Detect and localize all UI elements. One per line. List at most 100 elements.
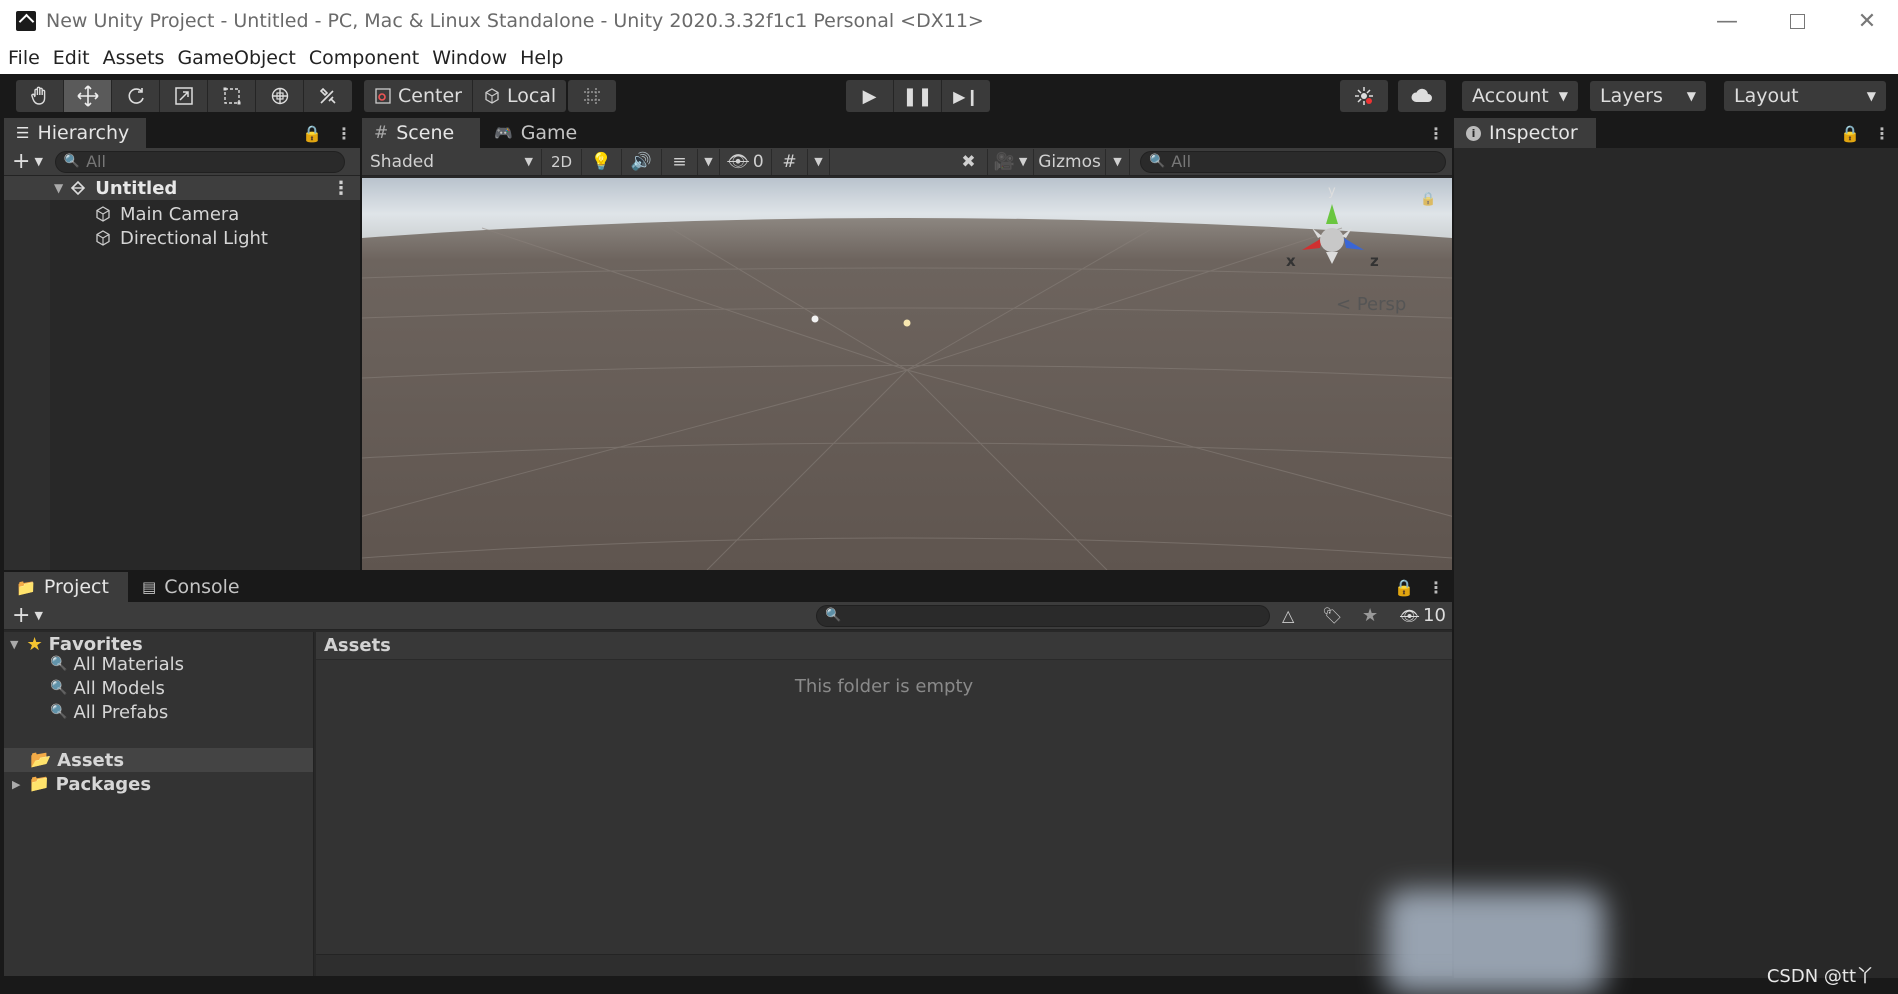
kebab-menu-icon[interactable]: ⋮ xyxy=(336,124,352,143)
rotate-tool-button[interactable] xyxy=(112,80,160,112)
chevron-down-icon: ▼ xyxy=(814,155,823,168)
project-search[interactable]: 🔍 xyxy=(816,604,1270,627)
rect-tool-button[interactable] xyxy=(208,80,256,112)
scene-row[interactable]: ▼ Untitled ⋮ xyxy=(4,176,360,200)
transform-tool-icon xyxy=(271,87,288,105)
filter-by-label-icon[interactable]: 🏷 xyxy=(1322,606,1342,625)
chevron-down-icon[interactable]: ▼ xyxy=(34,155,42,168)
hand-tool-button[interactable] xyxy=(16,80,64,112)
kebab-menu-icon[interactable]: ⋮ xyxy=(1428,124,1444,143)
tab-inspector[interactable]: i Inspector xyxy=(1454,118,1596,148)
expand-arrow-icon[interactable]: ▶ xyxy=(12,778,20,791)
hierarchy-toolbar: + ▼ 🔍 All xyxy=(4,148,360,176)
tools-button[interactable]: ✖ xyxy=(950,148,988,175)
lock-icon[interactable]: 🔒 xyxy=(1394,578,1414,597)
folder-icon: 📁 xyxy=(28,774,50,794)
lock-icon[interactable]: 🔒 xyxy=(302,124,322,143)
orientation-gizmo[interactable]: y x z xyxy=(1282,184,1382,280)
collab-button[interactable] xyxy=(1340,80,1388,112)
project-tab-label: Project xyxy=(43,576,109,598)
add-object-button[interactable]: + xyxy=(12,149,30,174)
tab-hierarchy[interactable]: ☰ Hierarchy xyxy=(4,118,146,148)
custom-tool-button[interactable] xyxy=(304,80,352,112)
pivot-center-toggle[interactable]: Center xyxy=(364,80,473,112)
favorite-star-icon[interactable]: ★ xyxy=(1362,605,1378,626)
step-button[interactable]: ▶❙ xyxy=(942,80,990,112)
audio-toggle[interactable]: 🔊 xyxy=(622,148,662,175)
2d-toggle[interactable]: 2D xyxy=(542,148,582,175)
project-tab-icons: 🔒 ⋮ xyxy=(1394,572,1444,602)
grid-snap-button[interactable] xyxy=(568,80,616,112)
wrench-icon: ✖ xyxy=(961,151,976,172)
tab-project[interactable]: 📁 Project xyxy=(4,572,128,602)
favorite-item-all-models[interactable]: 🔍 All Models xyxy=(4,676,313,700)
scene-search[interactable]: 🔍 All xyxy=(1140,150,1446,173)
maximize-button[interactable] xyxy=(1762,0,1832,42)
cloud-button[interactable] xyxy=(1398,80,1446,112)
grid-toggle[interactable]: # xyxy=(772,148,808,175)
scale-tool-button[interactable] xyxy=(160,80,208,112)
favorite-item-all-prefabs[interactable]: 🔍 All Prefabs xyxy=(4,700,313,724)
layers-dropdown[interactable]: Layers ▼ xyxy=(1590,81,1706,111)
lighting-toggle[interactable]: 💡 xyxy=(582,148,622,175)
tab-scene[interactable]: # Scene xyxy=(362,118,480,148)
hierarchy-item-directional-light[interactable]: Directional Light xyxy=(4,226,360,250)
menu-edit[interactable]: Edit xyxy=(53,47,90,69)
favorite-item-all-materials[interactable]: 🔍 All Materials xyxy=(4,652,313,676)
minimize-button[interactable]: — xyxy=(1692,0,1762,42)
shading-mode-dropdown[interactable]: Shaded ▼ xyxy=(362,148,542,175)
lock-icon[interactable]: 🔒 xyxy=(1840,124,1860,143)
unity-logo-icon xyxy=(16,11,36,31)
effects-toggle[interactable]: ≡ xyxy=(662,148,698,175)
transform-tools xyxy=(16,80,352,112)
menu-window[interactable]: Window xyxy=(432,47,507,69)
kebab-menu-icon[interactable]: ⋮ xyxy=(332,178,350,199)
hidden-objects-toggle[interactable]: 👁 0 xyxy=(720,148,772,175)
tab-game[interactable]: 🎮 Game xyxy=(482,118,589,148)
move-tool-button[interactable] xyxy=(64,80,112,112)
grid-dropdown[interactable]: ▼ xyxy=(808,148,830,175)
account-dropdown[interactable]: Account ▼ xyxy=(1462,81,1578,111)
play-button[interactable]: ▶ xyxy=(846,80,894,112)
camera-dropdown[interactable]: 🎥 ▼ xyxy=(988,148,1034,175)
hand-tool-icon xyxy=(30,86,45,105)
light-gizmo[interactable] xyxy=(903,319,911,327)
kebab-menu-icon[interactable]: ⋮ xyxy=(1874,124,1890,143)
hidden-packages-toggle[interactable]: 👁 10 xyxy=(1400,605,1446,626)
folder-label: Assets xyxy=(57,749,125,771)
gizmos-toggle[interactable]: Gizmos xyxy=(1034,148,1106,175)
menu-assets[interactable]: Assets xyxy=(103,47,165,69)
project-folder-tree: ▼ ★ Favorites 🔍 All Materials 🔍 All Mode… xyxy=(4,632,314,976)
gizmo-lock-icon[interactable]: 🔒 xyxy=(1420,192,1436,207)
hierarchy-search[interactable]: 🔍 All xyxy=(54,150,345,173)
scene-viewport[interactable]: y x z 🔒 < Persp xyxy=(362,178,1452,570)
menu-file[interactable]: File xyxy=(8,47,40,69)
projection-toggle[interactable]: < Persp xyxy=(1336,294,1406,315)
kebab-menu-icon[interactable]: ⋮ xyxy=(1428,578,1444,597)
chevron-down-icon: ▼ xyxy=(704,155,713,168)
chevron-down-icon[interactable]: ▼ xyxy=(34,609,42,622)
filter-by-type-icon[interactable]: △ xyxy=(1282,606,1294,625)
breadcrumb-assets[interactable]: Assets xyxy=(324,635,391,656)
transform-tool-button[interactable] xyxy=(256,80,304,112)
close-button[interactable]: ✕ xyxy=(1832,0,1898,42)
hierarchy-item-main-camera[interactable]: Main Camera xyxy=(4,202,360,226)
step-icon: ▶❙ xyxy=(953,86,979,106)
add-asset-button[interactable]: + xyxy=(12,603,30,628)
camera-gizmo[interactable] xyxy=(811,315,819,323)
pivot-group: Center Local xyxy=(364,80,567,112)
tab-console[interactable]: ▤ Console xyxy=(130,572,252,602)
pivot-local-toggle[interactable]: Local xyxy=(473,80,566,112)
layout-dropdown[interactable]: Layout ▼ xyxy=(1724,81,1886,111)
gizmos-dropdown[interactable]: ▼ xyxy=(1106,148,1130,175)
effects-dropdown[interactable]: ▼ xyxy=(698,148,720,175)
expand-arrow-icon[interactable]: ▼ xyxy=(10,638,18,651)
menu-component[interactable]: Component xyxy=(309,47,419,69)
pause-button[interactable]: ❚❚ xyxy=(894,80,942,112)
projection-label: Persp xyxy=(1356,294,1407,315)
folder-item-assets[interactable]: 📂 Assets xyxy=(4,748,313,772)
folder-item-packages[interactable]: ▶ 📁 Packages xyxy=(4,772,313,796)
expand-arrow-icon[interactable]: ▼ xyxy=(54,181,63,195)
menu-help[interactable]: Help xyxy=(520,47,563,69)
menu-gameobject[interactable]: GameObject xyxy=(177,47,295,69)
